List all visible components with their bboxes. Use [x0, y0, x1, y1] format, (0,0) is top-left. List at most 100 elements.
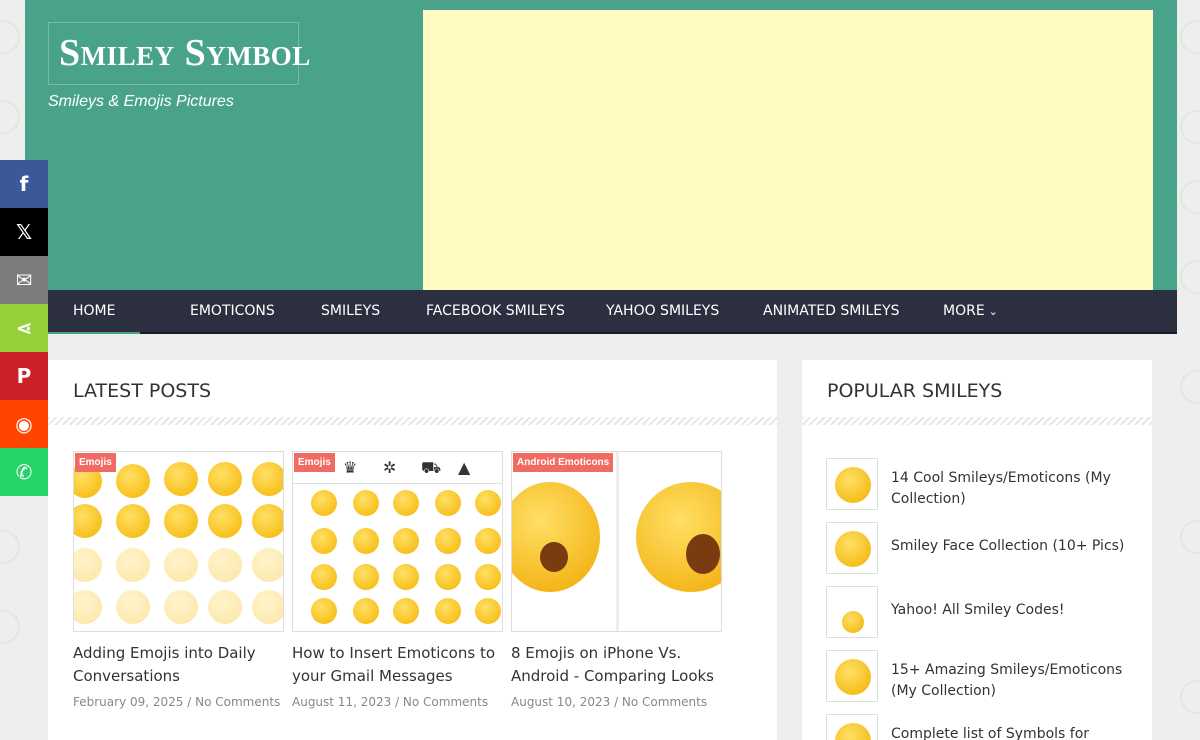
x-share-button[interactable]: 𝕏: [0, 208, 48, 256]
category-badge[interactable]: Emojis: [75, 453, 116, 472]
popular-smileys-widget: POPULAR SMILEYS 14 Cool Smileys/Emoticon…: [802, 360, 1152, 740]
emoji-icon: [475, 490, 501, 516]
category-badge[interactable]: Android Emoticons: [513, 453, 614, 472]
nav-item-label: FACEBOOK SMILEYS: [426, 303, 565, 319]
nav-item-label: YAHOO SMILEYS: [606, 303, 720, 319]
wallpaper-smiley-icon: [0, 610, 20, 644]
post-card[interactable]: Emojis Adding Emojis into Daily Conversa…: [73, 451, 284, 709]
wallpaper-smiley-icon: [1180, 110, 1200, 144]
post-comments-link[interactable]: No Comments: [622, 695, 707, 709]
popular-item-link[interactable]: Smiley Face Collection (10+ Pics): [891, 536, 1131, 557]
popular-item-thumbnail[interactable]: [826, 714, 878, 740]
emoji-icon: [353, 598, 379, 624]
popular-item-thumbnail[interactable]: [826, 522, 878, 574]
site-tagline: Smileys & Emojis Pictures: [48, 93, 234, 110]
yahoo-smiley-icon: [842, 611, 864, 633]
emoji-icon: [435, 528, 461, 554]
whatsapp-icon: ✆: [15, 460, 33, 484]
emoji-icon: [311, 564, 337, 590]
emoji-icon: [252, 504, 283, 538]
emoji-icon: [353, 564, 379, 590]
car-icon: ⛟: [421, 458, 442, 477]
emoji-icon: [435, 564, 461, 590]
post-comments-link[interactable]: No Comments: [195, 695, 280, 709]
popular-item-link[interactable]: 15+ Amazing Smileys/Emoticons (My Collec…: [891, 660, 1131, 702]
nav-item-facebook-smileys[interactable]: FACEBOOK SMILEYS: [401, 290, 590, 334]
post-comments-link[interactable]: No Comments: [403, 695, 488, 709]
section-divider: [48, 417, 777, 425]
post-card[interactable]: Android Emoticons 8 Emojis on iPhone Vs.…: [511, 451, 722, 709]
wallpaper-smiley-icon: [1180, 680, 1200, 714]
emoji-icon: [252, 548, 283, 582]
whatsapp-share-button[interactable]: ✆: [0, 448, 48, 496]
nav-item-label: HOME: [73, 303, 116, 319]
smiley-icon: [835, 467, 871, 503]
latest-posts-section: LATEST POSTS Emojis Adding Emojis into D…: [48, 360, 777, 740]
post-thumbnail[interactable]: Emojis: [73, 451, 284, 632]
wallpaper-smiley-icon: [0, 100, 20, 134]
post-title[interactable]: 8 Emojis on iPhone Vs. Android - Compari…: [511, 642, 722, 688]
nav-item-home[interactable]: HOME: [48, 290, 141, 334]
emoji-icon: [164, 548, 198, 582]
nav-item-yahoo-smileys[interactable]: YAHOO SMILEYS: [581, 290, 744, 334]
emoji-icon: [164, 590, 198, 624]
section-title: LATEST POSTS: [73, 380, 212, 402]
emoji-icon: [208, 504, 242, 538]
triangle-icon: ▲: [458, 458, 471, 477]
popular-item-link[interactable]: Yahoo! All Smiley Codes!: [891, 600, 1131, 621]
pinterest-share-button[interactable]: P: [0, 352, 48, 400]
emoji-icon: [475, 564, 501, 590]
section-divider: [802, 417, 1152, 425]
site-logo[interactable]: Smiley Symbol: [48, 22, 310, 85]
popular-item-thumbnail[interactable]: [826, 650, 878, 702]
emoji-icon: [311, 598, 337, 624]
emoji-icon: [116, 548, 150, 582]
popular-item-link[interactable]: Complete list of Symbols for: [891, 724, 1131, 740]
emoji-icon: [116, 464, 150, 498]
popular-item-link[interactable]: 14 Cool Smileys/Emoticons (My Collection…: [891, 468, 1131, 510]
post-title[interactable]: How to Insert Emoticons to your Gmail Me…: [292, 642, 503, 688]
nav-item-label: ANIMATED SMILEYS: [763, 303, 900, 319]
emoji-collage-image: [74, 452, 283, 631]
nav-item-smileys[interactable]: SMILEYS: [296, 290, 405, 334]
popular-item-thumbnail[interactable]: [826, 458, 878, 510]
nav-item-animated-smileys[interactable]: ANIMATED SMILEYS: [738, 290, 925, 334]
wallpaper-smiley-icon: [0, 530, 20, 564]
reddit-share-button[interactable]: ◉: [0, 400, 48, 448]
smiley-icon: [835, 659, 871, 695]
post-date: February 09, 2025: [73, 695, 184, 709]
emoji-icon: [74, 548, 102, 582]
emoji-icon: [435, 598, 461, 624]
emoji-icon: [208, 548, 242, 582]
nav-item-label: MORE: [943, 303, 985, 319]
post-card[interactable]: ♛ ✲ ⛟ ▲ Emojis How to Insert Emoticons t…: [292, 451, 503, 709]
email-share-button[interactable]: ✉: [0, 256, 48, 304]
emoji-icon: [74, 504, 102, 538]
pinterest-icon: P: [16, 364, 32, 388]
smiley-icon: [835, 531, 871, 567]
popular-item-thumbnail[interactable]: [826, 586, 878, 638]
site-logo-text[interactable]: Smiley Symbol: [59, 31, 311, 75]
nav-item-emoticons[interactable]: EMOTICONS: [165, 290, 300, 334]
category-badge[interactable]: Emojis: [294, 453, 335, 472]
emoji-icon: [208, 590, 242, 624]
emoji-icon: [116, 504, 150, 538]
post-date: August 11, 2023: [292, 695, 392, 709]
emoji-icon: [435, 490, 461, 516]
nav-item-more[interactable]: MORE ⌄: [918, 290, 1023, 334]
share-icon: ⋖: [15, 316, 33, 340]
facebook-share-button[interactable]: f: [0, 160, 48, 208]
wallpaper-smiley-icon: [1180, 180, 1200, 214]
post-meta: August 11, 2023 / No Comments: [292, 695, 489, 709]
emoji-icon: [311, 528, 337, 554]
emoji-icon: [393, 490, 419, 516]
header-ad-banner[interactable]: [423, 10, 1153, 290]
post-thumbnail[interactable]: ♛ ✲ ⛟ ▲ Emojis: [292, 451, 503, 632]
site-header: Smiley Symbol Smileys & Emojis Pictures: [25, 0, 1177, 290]
post-title[interactable]: Adding Emojis into Daily Conversations: [73, 642, 284, 688]
flower-icon: ✲: [383, 458, 397, 477]
chevron-down-icon: ⌄: [988, 305, 998, 318]
generic-share-button[interactable]: ⋖: [0, 304, 48, 352]
post-thumbnail[interactable]: Android Emoticons: [511, 451, 722, 632]
emoji-icon: [116, 590, 150, 624]
